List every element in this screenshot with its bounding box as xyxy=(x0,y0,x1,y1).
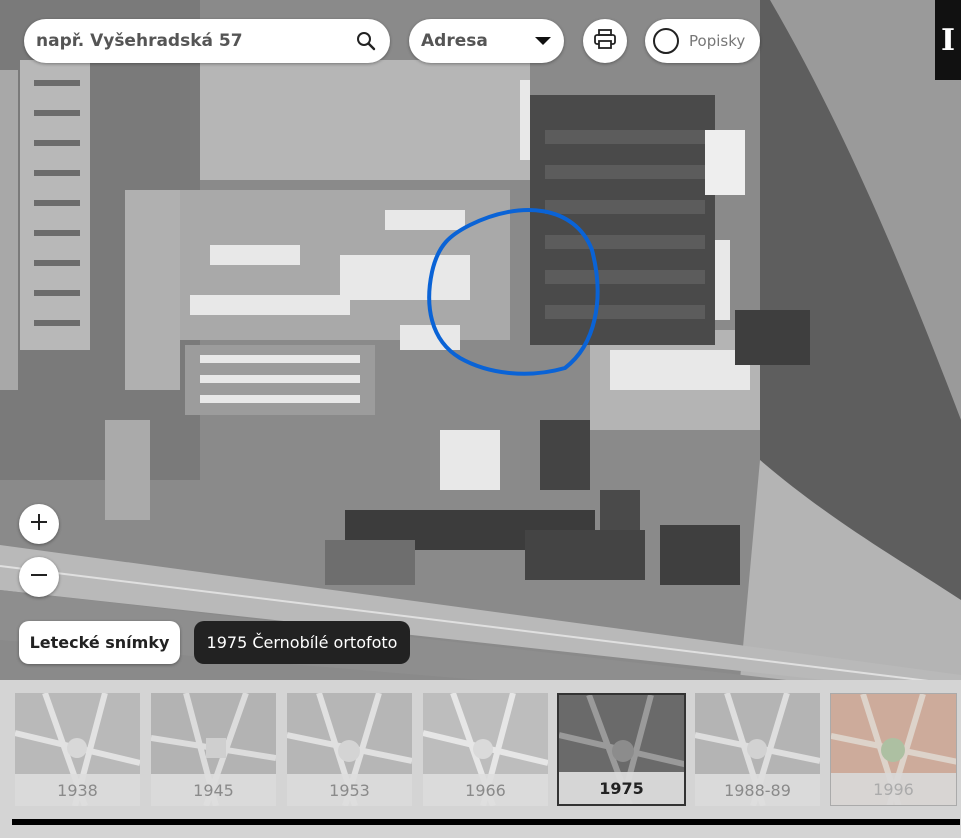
timeline-year-label: 1938 xyxy=(15,774,140,806)
timeline-thumb-1996[interactable]: 1996 xyxy=(830,693,957,806)
zoom-out-button[interactable] xyxy=(19,557,59,597)
timeline-year-label: 1975 xyxy=(559,772,684,804)
timeline-thumb-1945[interactable]: 1945 xyxy=(151,693,276,806)
aerial-photo-1975[interactable] xyxy=(0,0,961,680)
print-button[interactable] xyxy=(583,19,627,63)
minus-icon xyxy=(29,565,49,589)
timeline-year-label: 1966 xyxy=(423,774,548,806)
timeline-year-label: 1945 xyxy=(151,774,276,806)
print-icon xyxy=(594,29,616,53)
timeline-strip: 1938 1945 1953 1966 1975 1988-89 1996 xyxy=(0,680,961,838)
timeline-thumb-1975[interactable]: 1975 xyxy=(557,693,686,806)
search-type-dropdown[interactable]: Adresa xyxy=(409,19,564,63)
search-bar[interactable]: např. Vyšehradská 57 xyxy=(24,19,390,63)
plus-icon xyxy=(29,512,49,536)
search-input[interactable]: např. Vyšehradská 57 xyxy=(36,31,354,51)
timeline-year-label: 1996 xyxy=(831,773,956,805)
map-view[interactable] xyxy=(0,0,961,680)
timeline-thumb-1953[interactable]: 1953 xyxy=(287,693,412,806)
zoom-in-button[interactable] xyxy=(19,504,59,544)
timeline-year-label: 1953 xyxy=(287,774,412,806)
aerial-photos-button[interactable]: Letecké snímky xyxy=(19,621,180,664)
info-panel-toggle[interactable]: I xyxy=(935,0,961,80)
search-type-value: Adresa xyxy=(421,31,488,51)
timeline-year-label: 1988-89 xyxy=(695,774,820,806)
labels-toggle[interactable]: Popisky xyxy=(645,19,760,63)
timeline-scrollbar[interactable] xyxy=(12,819,960,825)
chevron-down-icon xyxy=(534,32,552,51)
timeline-thumb-1966[interactable]: 1966 xyxy=(423,693,548,806)
labels-toggle-label: Popisky xyxy=(689,32,746,50)
search-icon[interactable] xyxy=(354,29,378,53)
timeline-thumb-1938[interactable]: 1938 xyxy=(15,693,140,806)
labels-checkbox[interactable] xyxy=(653,28,679,54)
timeline-thumb-1988-89[interactable]: 1988-89 xyxy=(695,693,820,806)
current-layer-label: 1975 Černobílé ortofoto xyxy=(194,621,410,664)
